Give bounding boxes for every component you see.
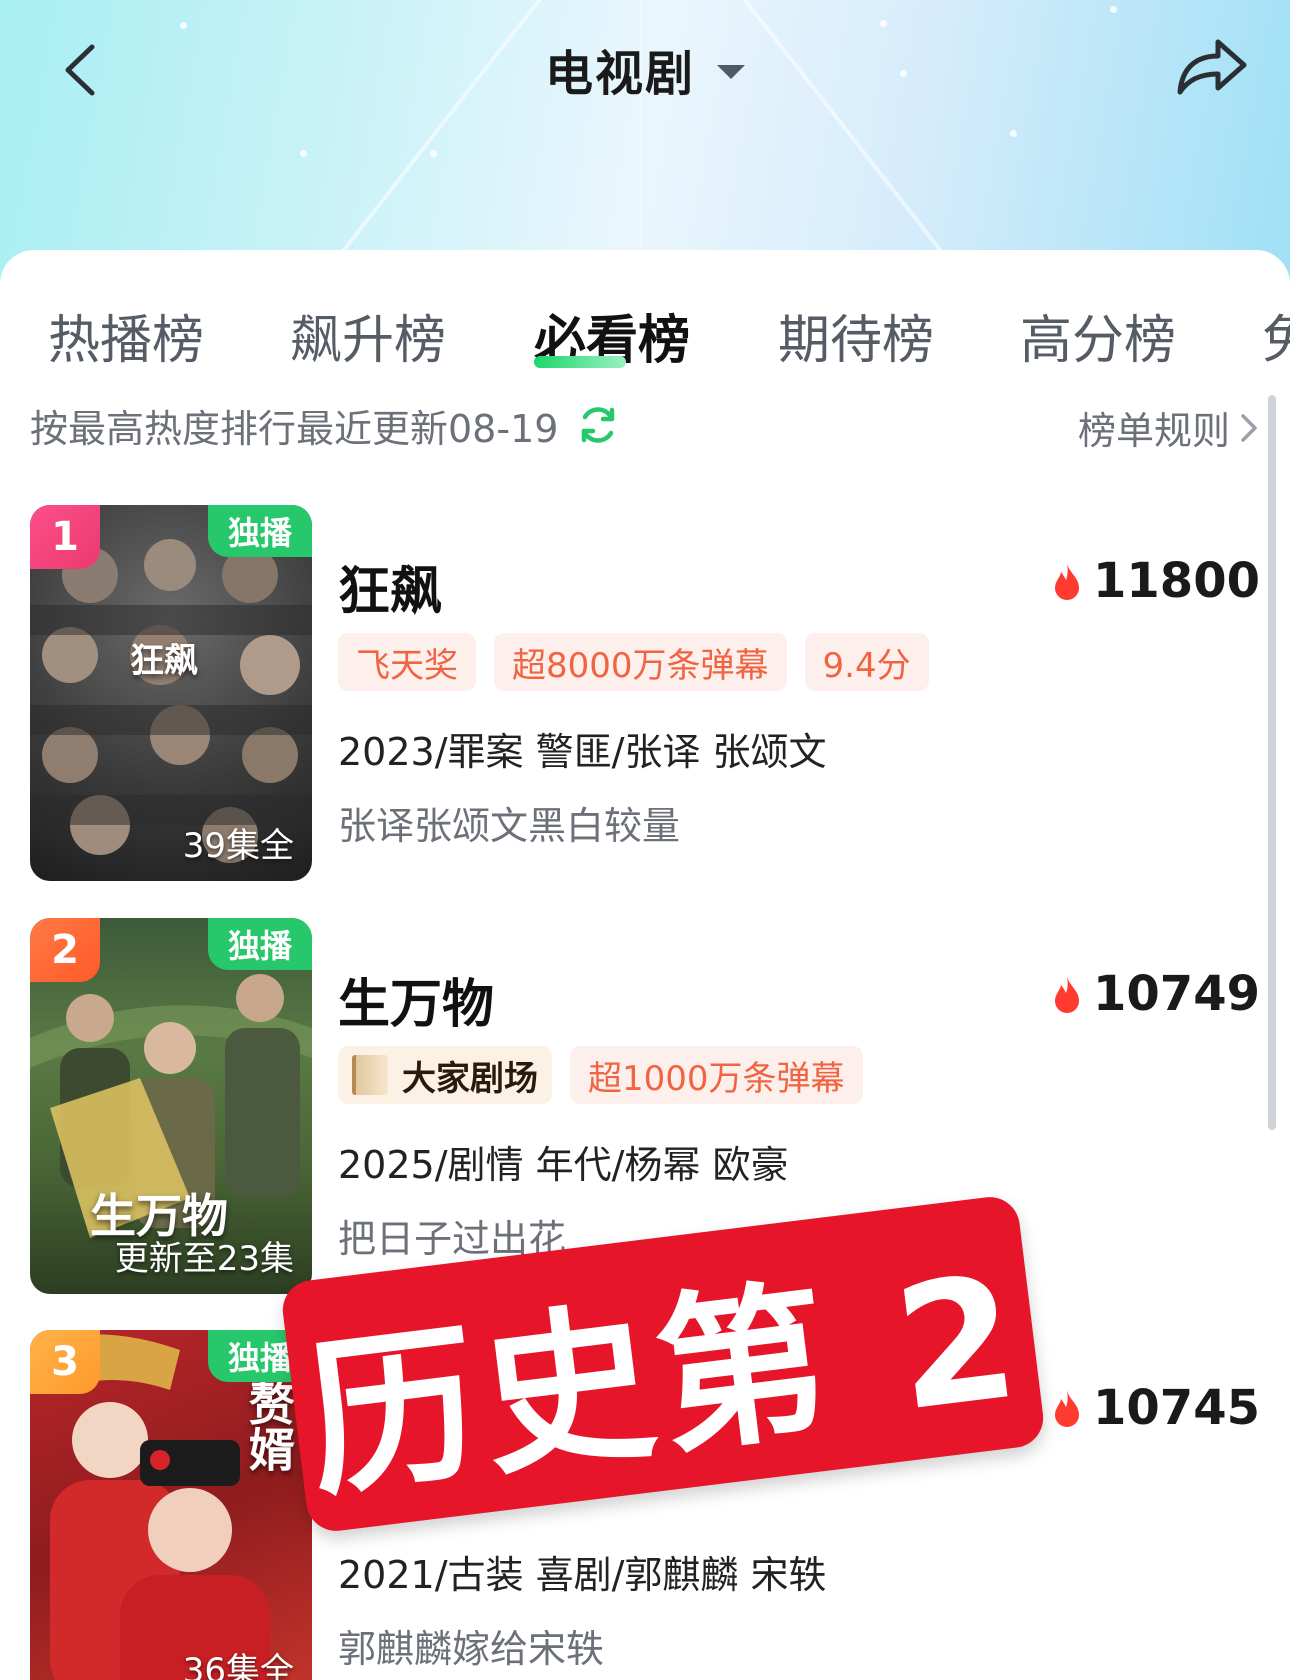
heat-score: 11800: [1051, 553, 1260, 609]
tag-score: 9.4分: [804, 633, 929, 691]
show-meta: 2023/罪案 警匪/张译 张颂文: [338, 730, 827, 774]
flame-icon: [1055, 976, 1079, 1013]
share-icon: [1177, 39, 1247, 95]
active-tab-indicator: [534, 356, 626, 368]
poster-title-art: 狂飙: [130, 641, 198, 681]
dropdown-caret-icon: [717, 65, 745, 79]
heat-value: 10749: [1093, 966, 1260, 1022]
book-icon: [352, 1055, 388, 1095]
episode-status: 36集全: [182, 1651, 294, 1680]
ranking-rules-link[interactable]: 榜单规则: [1078, 400, 1260, 455]
tag-danmaku: 超8000万条弹幕: [494, 633, 787, 691]
rank-badge: 1: [30, 505, 100, 569]
list-item[interactable]: 狂飙 1 独播 39集全 狂飙 11800 飞天奖 超8000万条弹幕 9.4分…: [30, 505, 1260, 885]
flame-icon: [1055, 1390, 1079, 1427]
tag-danmaku: 超1000万条弹幕: [570, 1046, 863, 1104]
exclusive-badge: 独播: [208, 918, 312, 970]
ranking-subbar: 按最高热度排行最近更新08-19 榜单规则: [30, 400, 1260, 453]
exclusive-badge: 独播: [208, 505, 312, 557]
share-button[interactable]: [1172, 30, 1252, 100]
heat-score: 10745: [1051, 1380, 1260, 1436]
show-meta: 2021/古装 喜剧/郭麒麟 宋轶: [338, 1553, 827, 1597]
tab-high-score[interactable]: 高分榜: [1020, 298, 1176, 373]
heat-value: 11800: [1093, 553, 1260, 609]
tag-list: 大家剧场 超1000万条弹幕: [338, 1046, 881, 1106]
tag-award: 飞天奖: [338, 633, 476, 691]
sort-description: 按最高热度排行最近更新08-19: [30, 406, 559, 451]
episode-status: 39集全: [182, 826, 294, 866]
tab-free[interactable]: 免: [1262, 298, 1290, 373]
tab-hot[interactable]: 热播榜: [48, 298, 204, 373]
ranking-tabs: 热播榜 飙升榜 必看榜 期待榜 高分榜 免: [0, 298, 1290, 378]
heat-value: 10745: [1093, 1380, 1260, 1436]
tag-list: 飞天奖 超8000万条弹幕 9.4分: [338, 633, 947, 693]
decorative-dot: [300, 150, 307, 157]
episode-status: 更新至23集: [114, 1239, 294, 1279]
brand-label: 大家剧场: [402, 1058, 538, 1099]
tag-brand: 大家剧场: [338, 1046, 552, 1104]
page-title: 电视剧: [544, 46, 695, 102]
title-dropdown[interactable]: 电视剧: [0, 34, 1290, 104]
show-title[interactable]: 狂飙: [338, 549, 442, 624]
flame-icon: [1055, 563, 1079, 600]
poster-image[interactable]: 狂飙 1 独播 39集全: [30, 505, 312, 881]
rules-label: 榜单规则: [1077, 409, 1230, 453]
poster-image[interactable]: 赘婿 3 独播 36集全: [30, 1330, 312, 1680]
show-description: 郭麒麟嫁给宋轶: [338, 1627, 605, 1671]
rank-badge: 3: [30, 1330, 100, 1394]
chevron-right-icon: [1241, 413, 1257, 442]
decorative-dot: [880, 20, 887, 27]
decorative-dot: [180, 22, 187, 29]
tab-anticipated[interactable]: 期待榜: [778, 298, 934, 373]
decorative-dot: [1110, 6, 1117, 13]
heat-score: 10749: [1051, 966, 1260, 1022]
decorative-dot: [1010, 130, 1017, 137]
show-meta: 2025/剧情 年代/杨幂 欧豪: [338, 1143, 789, 1187]
refresh-icon[interactable]: [576, 403, 620, 447]
tab-rising[interactable]: 飙升榜: [290, 298, 446, 373]
scrollbar[interactable]: [1268, 395, 1276, 1130]
rank-badge: 2: [30, 918, 100, 982]
show-title[interactable]: 生万物: [338, 962, 494, 1037]
show-description: 张译张颂文黑白较量: [338, 804, 681, 848]
decorative-dot: [430, 150, 437, 157]
poster-image[interactable]: 生万物 2 独播 更新至23集: [30, 918, 312, 1294]
